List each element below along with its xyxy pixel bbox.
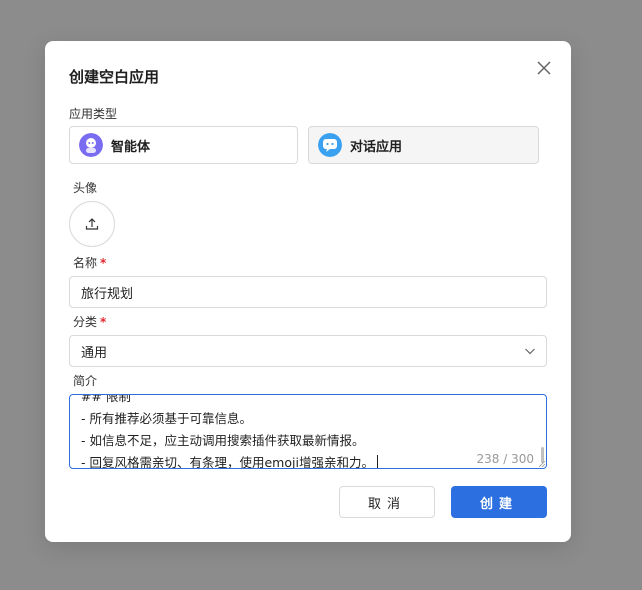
- intro-label: 简介: [73, 374, 98, 388]
- agent-icon: [79, 133, 103, 157]
- name-input[interactable]: 旅行规划: [69, 276, 547, 308]
- category-label-text: 分类: [73, 315, 98, 329]
- cancel-button[interactable]: 取消: [339, 486, 435, 518]
- required-mark: *: [100, 256, 107, 270]
- resize-handle-icon[interactable]: [539, 461, 545, 467]
- app-type-agent-card[interactable]: 智能体: [69, 126, 298, 164]
- avatar-upload-button[interactable]: [69, 201, 115, 247]
- app-type-chat-label: 对话应用: [350, 139, 403, 155]
- avatar-label: 头像: [73, 181, 98, 195]
- intro-line-last: - 回复风格需亲切、有条理，使用emoji增强亲和力。: [81, 452, 378, 469]
- category-label: 分类 *: [73, 313, 106, 330]
- app-type-chat-card[interactable]: 对话应用: [308, 126, 539, 164]
- intro-text: ## 限制 - 所有推荐必须基于可靠信息。 - 如信息不足，应主动调用搜索插件获…: [81, 394, 378, 469]
- category-select[interactable]: 通用: [69, 335, 547, 367]
- char-counter: 238 / 300: [476, 452, 534, 466]
- close-icon[interactable]: [534, 58, 554, 78]
- chat-app-icon: [318, 133, 342, 157]
- upload-icon: [85, 218, 99, 230]
- required-mark: *: [100, 315, 107, 329]
- dialog-title: 创建空白应用: [69, 68, 160, 86]
- intro-line: - 所有推荐必须基于可靠信息。: [81, 411, 252, 426]
- intro-line: - 如信息不足，应主动调用搜索插件获取最新情报。: [81, 433, 365, 448]
- chevron-down-icon: [525, 348, 535, 355]
- category-select-value: 通用: [81, 345, 108, 361]
- text-caret: [376, 455, 378, 468]
- intro-textarea[interactable]: ## 限制 - 所有推荐必须基于可靠信息。 - 如信息不足，应主动调用搜索插件获…: [69, 394, 547, 469]
- create-button[interactable]: 创建: [451, 486, 547, 518]
- app-type-label: 应用类型: [69, 107, 118, 121]
- name-input-value: 旅行规划: [81, 286, 134, 302]
- name-label: 名称 *: [73, 254, 106, 271]
- app-type-agent-label: 智能体: [111, 139, 151, 155]
- create-app-dialog: 创建空白应用 应用类型 智能体 对话应用 头像 名称 * 旅行规划 分类 * 通…: [45, 41, 571, 542]
- name-label-text: 名称: [73, 256, 98, 270]
- intro-line: ## 限制: [81, 394, 131, 404]
- intro-line: - 回复风格需亲切、有条理，使用emoji增强亲和力。: [81, 455, 374, 469]
